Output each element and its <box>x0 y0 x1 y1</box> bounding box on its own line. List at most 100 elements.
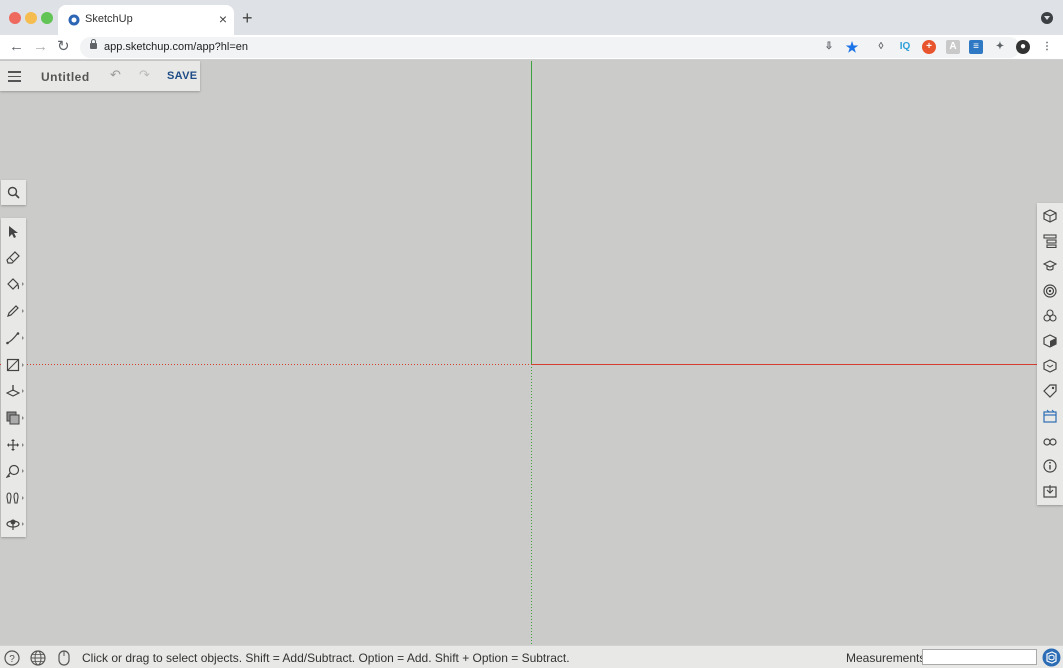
bookmark-star-icon[interactable]: ★ <box>845 40 859 54</box>
tab-title: SketchUp <box>85 13 133 25</box>
rectangle-icon <box>6 358 20 372</box>
plus-extension-icon[interactable]: + <box>922 40 936 54</box>
tape-measure-icon <box>6 464 20 478</box>
browser-tab[interactable]: SketchUp × <box>58 5 234 35</box>
save-button[interactable]: SAVE <box>167 70 197 82</box>
browser-toolbar: ← → ↻ app.sketchup.com/app?hl=en ⇩ ★ ◊ I… <box>0 35 1063 60</box>
status-bar: ? Click or drag to select objects. Shift… <box>0 645 1063 668</box>
display-icon <box>1043 359 1057 373</box>
tags-panel[interactable] <box>1037 379 1063 404</box>
undo-icon[interactable]: ↶ <box>110 67 121 83</box>
tab-search-icon[interactable] <box>1041 12 1053 24</box>
left-toolbar <box>1 218 26 537</box>
expand-indicator-icon <box>22 416 24 420</box>
search-tool-button[interactable] <box>1 180 26 205</box>
pencil-icon <box>7 305 19 317</box>
forward-icon[interactable]: → <box>33 38 48 56</box>
outliner-panel[interactable] <box>1037 229 1063 254</box>
styles-panel[interactable] <box>1037 329 1063 354</box>
expand-indicator-icon <box>22 309 24 313</box>
window-minimize-button[interactable] <box>25 12 37 24</box>
install-app-icon[interactable]: ⇩ <box>822 40 836 54</box>
glasses-icon <box>1043 438 1057 446</box>
walk-tool[interactable] <box>1 485 26 511</box>
mouse-icon[interactable] <box>58 650 70 666</box>
sketchup-favicon-icon <box>68 14 80 26</box>
right-panels-toolbar <box>1037 203 1063 505</box>
export-icon <box>1043 485 1057 498</box>
measurements-input[interactable] <box>922 649 1037 665</box>
url-text: app.sketchup.com/app?hl=en <box>104 41 249 53</box>
model-info-panel[interactable] <box>1037 454 1063 479</box>
outliner-icon <box>1043 234 1057 248</box>
footprints-icon <box>6 492 19 504</box>
components-icon <box>1043 309 1057 322</box>
arc-tool[interactable] <box>1 325 26 351</box>
expand-indicator-icon <box>22 496 24 500</box>
file-bar: Untitled ↶ ↷ SAVE <box>0 61 200 91</box>
expand-indicator-icon <box>22 389 24 393</box>
graduation-cap-icon <box>1043 260 1057 271</box>
paint-bucket-icon <box>7 278 20 290</box>
lock-icon <box>90 39 97 49</box>
pocket-extension-icon[interactable]: ◊ <box>874 40 888 54</box>
arc-icon <box>6 332 20 345</box>
svg-text:?: ? <box>9 654 15 665</box>
tape-measure-tool[interactable] <box>1 458 26 484</box>
entity-info-panel[interactable] <box>1037 204 1063 229</box>
components-panel[interactable] <box>1037 304 1063 329</box>
expand-indicator-icon <box>22 363 24 367</box>
eraser-icon <box>6 251 20 264</box>
materials-icon <box>1043 284 1057 298</box>
shadows-panel[interactable] <box>1037 429 1063 454</box>
line-tool[interactable] <box>1 298 26 324</box>
display-panel[interactable] <box>1037 354 1063 379</box>
offset-tool[interactable] <box>1 405 26 431</box>
new-tab-icon[interactable]: + <box>242 8 253 28</box>
arrow-cursor-icon <box>9 226 18 238</box>
scenes-icon <box>1043 409 1057 423</box>
expand-indicator-icon <box>22 336 24 340</box>
browser-menu-icon[interactable]: ⋮ <box>1040 40 1054 54</box>
back-icon[interactable]: ← <box>9 38 24 56</box>
help-icon[interactable]: ? <box>4 650 20 666</box>
hamburger-menu-icon[interactable] <box>8 71 21 82</box>
orbit-icon <box>6 519 20 530</box>
document-title[interactable]: Untitled <box>41 70 90 84</box>
instructor-panel[interactable] <box>1037 254 1063 279</box>
expand-indicator-icon <box>22 443 24 447</box>
doc-extension-icon[interactable]: ≡ <box>969 40 983 54</box>
orbit-tool[interactable] <box>1 511 26 537</box>
reload-icon[interactable]: ↻ <box>57 38 70 56</box>
profile-avatar[interactable]: ● <box>1016 40 1030 54</box>
tab-close-icon[interactable]: × <box>219 11 227 27</box>
select-tool[interactable] <box>1 219 26 245</box>
offset-icon <box>6 411 20 425</box>
globe-icon[interactable] <box>30 650 46 666</box>
text-extension-icon[interactable]: A <box>946 40 960 54</box>
expand-indicator-icon <box>22 469 24 473</box>
push-pull-tool[interactable] <box>1 378 26 404</box>
extensions-puzzle-icon[interactable]: ✦ <box>993 40 1007 54</box>
styles-cube-icon <box>1043 334 1057 348</box>
modeling-viewport[interactable] <box>0 61 1063 645</box>
solar-north-panel[interactable] <box>1037 479 1063 504</box>
expand-indicator-icon <box>22 522 24 526</box>
window-zoom-button[interactable] <box>41 12 53 24</box>
redo-icon[interactable]: ↷ <box>139 67 150 83</box>
axes-canvas <box>0 61 1037 645</box>
cube-outline-icon <box>1043 209 1057 223</box>
rectangle-tool[interactable] <box>1 352 26 378</box>
iq-extension-icon[interactable]: IQ <box>898 40 912 54</box>
status-hint: Click or drag to select objects. Shift =… <box>82 651 570 665</box>
scenes-panel[interactable] <box>1037 404 1063 429</box>
eraser-tool[interactable] <box>1 245 26 271</box>
paint-bucket-tool[interactable] <box>1 271 26 297</box>
materials-panel[interactable] <box>1037 279 1063 304</box>
move-tool[interactable] <box>1 432 26 458</box>
expand-indicator-icon <box>22 282 24 286</box>
move-icon <box>7 439 19 451</box>
info-icon <box>1043 459 1057 473</box>
window-close-button[interactable] <box>9 12 21 24</box>
sketchup-logo-icon[interactable] <box>1042 648 1061 667</box>
